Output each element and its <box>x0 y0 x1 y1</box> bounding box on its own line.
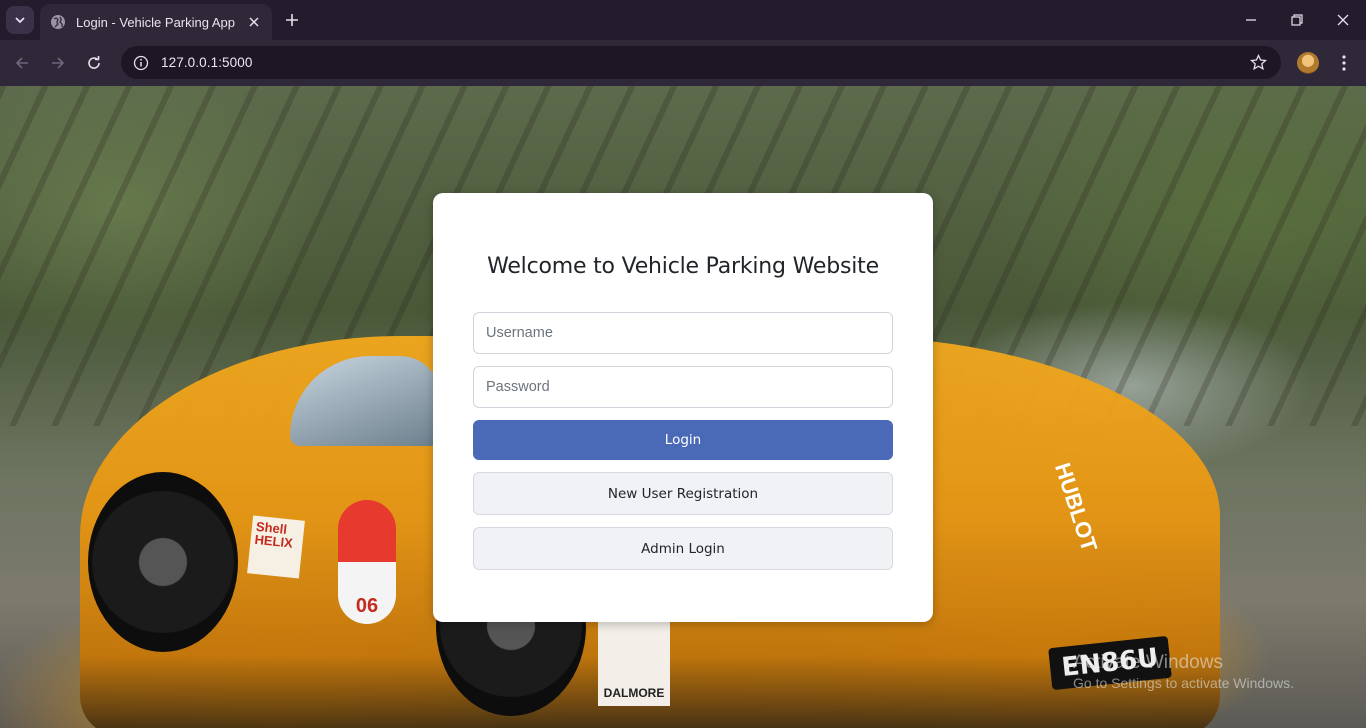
login-card: Welcome to Vehicle Parking Website Login… <box>433 193 933 622</box>
tab-title: Login - Vehicle Parking App <box>76 14 235 30</box>
star-icon <box>1250 54 1267 71</box>
new-tab-button[interactable] <box>282 10 302 30</box>
car-decal-number: 06 <box>338 500 396 624</box>
browser-toolbar: 127.0.0.1:5000 <box>0 40 1366 86</box>
watermark-subtitle: Go to Settings to activate Windows. <box>1073 675 1294 691</box>
tab-search-button[interactable] <box>6 6 34 34</box>
login-button[interactable]: Login <box>473 420 893 460</box>
avatar[interactable] <box>1297 52 1319 74</box>
background-car-wheel <box>88 472 238 652</box>
close-icon <box>1337 14 1349 26</box>
username-input[interactable] <box>473 312 893 354</box>
kebab-menu-icon <box>1342 55 1346 71</box>
browser-tab[interactable]: Login - Vehicle Parking App <box>40 4 272 40</box>
admin-login-button[interactable]: Admin Login <box>473 527 893 570</box>
browser-tabstrip: Login - Vehicle Parking App <box>0 0 1366 40</box>
new-user-registration-button[interactable]: New User Registration <box>473 472 893 515</box>
back-button[interactable] <box>10 51 34 75</box>
forward-button[interactable] <box>46 51 70 75</box>
arrow-right-icon <box>52 57 65 69</box>
reload-button[interactable] <box>82 51 106 75</box>
address-bar[interactable]: 127.0.0.1:5000 <box>121 46 1281 79</box>
arrow-left-icon <box>15 57 28 69</box>
close-icon <box>249 17 259 27</box>
chevron-down-icon <box>15 17 25 24</box>
password-input[interactable] <box>473 366 893 408</box>
car-decal-helix: Shell HELIX <box>247 515 305 579</box>
page-background: Shell HELIX 06 DALMORE HUBLOT EN86U Welc… <box>0 86 1366 728</box>
watermark-title: Activate Windows <box>1073 652 1223 673</box>
plus-icon <box>286 14 298 26</box>
browser-menu-button[interactable] <box>1334 51 1354 75</box>
close-window-button[interactable] <box>1333 10 1353 30</box>
bookmark-star-button[interactable] <box>1250 54 1267 71</box>
globe-icon <box>50 14 66 30</box>
info-icon[interactable] <box>133 55 149 71</box>
url-text[interactable]: 127.0.0.1:5000 <box>161 55 252 70</box>
restore-icon <box>1291 14 1303 26</box>
restore-button[interactable] <box>1287 10 1307 30</box>
windows-activation-watermark: Activate Windows Go to Settings to activ… <box>1073 652 1294 692</box>
car-decal-dalmore: DALMORE <box>598 620 670 706</box>
page-title: Welcome to Vehicle Parking Website <box>487 254 879 279</box>
minimize-button[interactable] <box>1241 10 1261 30</box>
reload-icon <box>88 56 100 69</box>
tab-close-button[interactable] <box>246 14 262 30</box>
minimize-icon <box>1246 19 1256 21</box>
